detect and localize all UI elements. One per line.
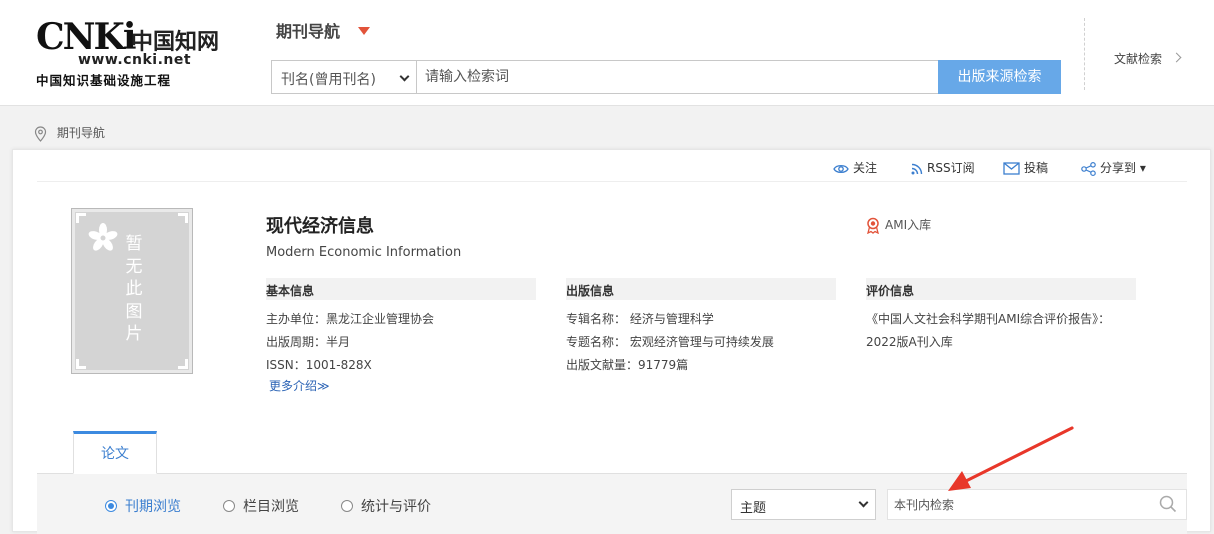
- search-type-select[interactable]: 刊名(曾用刊名): [271, 60, 417, 94]
- eval-report-text: 《中国人文社会科学期刊AMI综合评价报告》：: [866, 312, 1111, 326]
- cnki-logo[interactable]: CNKi 中国知网 www.cnki.net 中国知识基础设施工程: [30, 14, 230, 89]
- award-icon: [867, 217, 879, 235]
- eval-info-heading: 评价信息: [866, 278, 1136, 300]
- journal-english-title: Modern Economic Information: [266, 245, 462, 260]
- tab-papers[interactable]: 论文: [73, 431, 157, 474]
- source-search-button[interactable]: 出版来源检索: [938, 60, 1061, 94]
- cover-char: 图: [125, 301, 143, 322]
- chevron-right-icon[interactable]: [1171, 52, 1182, 63]
- more-intro-link[interactable]: 更多介绍≫: [269, 377, 330, 394]
- rss-label: RSS订阅: [927, 161, 975, 175]
- search-type-value: 刊名(曾用刊名): [281, 72, 376, 88]
- issn-text: ISSN：1001-828X: [266, 358, 372, 372]
- radio-icon: [341, 500, 353, 512]
- radio-stats[interactable]: 统计与评价: [341, 496, 431, 516]
- location-pin-icon: [34, 125, 47, 142]
- radio-by-column[interactable]: 栏目浏览: [223, 496, 299, 516]
- literature-search-link[interactable]: 文献检索: [1114, 50, 1162, 67]
- logo-url: www.cnki.net: [78, 52, 192, 68]
- rss-icon: [911, 163, 923, 174]
- eval-result-text: 2022版A刊入库: [866, 335, 953, 349]
- submit-label: 投稿: [1024, 161, 1049, 175]
- search-icon[interactable]: [1159, 495, 1177, 513]
- eye-icon: [833, 164, 849, 173]
- radio-by-issue-label: 刊期浏览: [125, 499, 181, 515]
- cover-char: 暂: [125, 234, 143, 254]
- search-field-value: 主题: [740, 501, 767, 516]
- series-text: 专辑名称： 经济与管理科学: [566, 312, 714, 326]
- share-button[interactable]: 分享到 ▾: [1081, 159, 1146, 176]
- ami-badge: AMI入库: [865, 216, 932, 235]
- pub-info-heading: 出版信息: [566, 278, 836, 300]
- journal-cover-placeholder: 暂 无 此 图 片: [71, 208, 193, 374]
- follow-label: 关注: [853, 161, 878, 175]
- ami-badge-label: AMI入库: [885, 218, 932, 232]
- cover-char: 此: [125, 279, 143, 299]
- follow-button[interactable]: 关注: [833, 159, 877, 176]
- mail-icon: [1003, 162, 1020, 175]
- radio-icon: [223, 500, 235, 512]
- rss-button[interactable]: RSS订阅: [911, 159, 975, 176]
- cover-char: 片: [125, 324, 143, 344]
- radio-stats-label: 统计与评价: [361, 499, 431, 515]
- cycle-text: 出版周期：半月: [266, 335, 351, 349]
- chevron-down-icon: [858, 497, 869, 508]
- action-bar: 关注 RSS订阅 投稿 分享到 ▾: [37, 152, 1187, 182]
- radio-by-column-label: 栏目浏览: [243, 499, 299, 515]
- count-text: 出版文献量：91779篇: [566, 358, 689, 372]
- annotation-arrow-icon: [948, 426, 1074, 491]
- search-input[interactable]: [417, 60, 939, 94]
- cover-char: 无: [125, 256, 143, 277]
- cover-corner: [76, 359, 86, 369]
- journal-nav-title[interactable]: 期刊导航: [276, 18, 340, 42]
- breadcrumb-item[interactable]: 期刊导航: [57, 126, 105, 140]
- basic-info-heading: 基本信息: [266, 278, 536, 300]
- radio-selected-icon: [105, 500, 117, 512]
- radio-by-issue[interactable]: 刊期浏览: [105, 496, 181, 516]
- share-icon: [1081, 161, 1096, 176]
- cover-corner: [178, 359, 188, 369]
- caret-down-icon[interactable]: [358, 27, 370, 35]
- search-field-select[interactable]: 主题: [731, 489, 876, 520]
- flower-icon: [88, 223, 118, 251]
- chevron-down-icon: [399, 71, 410, 82]
- cover-placeholder-text: 暂 无 此 图 片: [124, 233, 144, 346]
- cover-corner: [76, 213, 86, 223]
- logo-tagline: 中国知识基础设施工程: [36, 73, 172, 88]
- submit-button[interactable]: 投稿: [1003, 159, 1048, 176]
- topic-text: 专题名称： 宏观经济管理与可持续发展: [566, 335, 774, 349]
- breadcrumb: 期刊导航: [34, 124, 105, 142]
- cover-corner: [178, 213, 188, 223]
- sponsor-text: 主办单位：黑龙江企业管理协会: [266, 312, 435, 326]
- share-label: 分享到 ▾: [1100, 161, 1146, 175]
- header-divider: [1084, 18, 1085, 90]
- journal-title: 现代经济信息: [266, 216, 374, 237]
- top-header: CNKi 中国知网 www.cnki.net 中国知识基础设施工程 期刊导航 刊…: [0, 0, 1214, 106]
